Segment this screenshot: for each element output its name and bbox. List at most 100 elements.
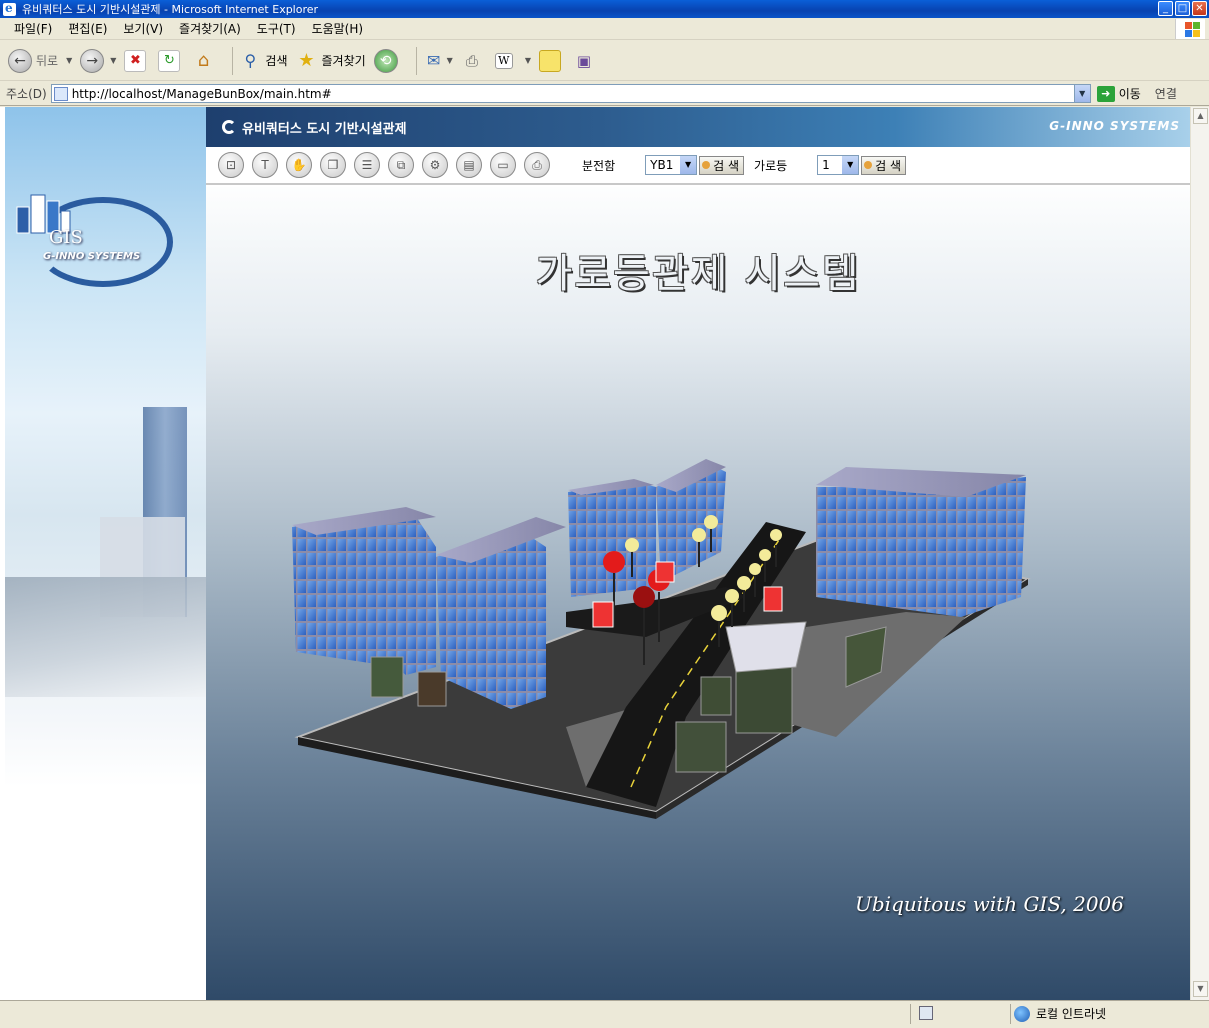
back-dropdown-icon[interactable]: ▼ — [66, 56, 72, 65]
back-label: 뒤로 — [36, 54, 59, 68]
close-button[interactable]: ✕ — [1192, 1, 1207, 16]
home-icon: ⌂ — [197, 50, 210, 71]
status-bar: 로컬 인트라넷 — [0, 1000, 1209, 1028]
app-title: 유비쿼터스 도시 기반시설관제 — [242, 121, 407, 137]
forward-dropdown-icon[interactable]: ▼ — [110, 56, 116, 65]
menu-tools[interactable]: 도구(T) — [249, 20, 304, 37]
refresh-button[interactable]: ↻ — [158, 49, 184, 72]
intranet-globe-icon — [1014, 1005, 1030, 1022]
streetlight-value: 1 — [822, 158, 830, 172]
app-toolbar: ⊡ T ✋ ❐ ☰ ⧉ ⚙ ▤ ▭ ⎙ 분전함 YB1 ▼ 검 색 가로등 1 … — [206, 147, 1190, 185]
search-button-label: 검 색 — [875, 158, 902, 173]
streetlight-select[interactable]: 1 ▼ — [817, 155, 860, 175]
distribution-box-value: YB1 — [650, 158, 674, 172]
copy-tool-icon[interactable]: ❐ — [320, 152, 346, 178]
favorites-label: 즐겨찾기 — [321, 54, 366, 68]
search-dot-icon — [702, 161, 711, 169]
home-button[interactable]: ⌂ — [192, 50, 218, 72]
go-button[interactable]: ➜ 이동 — [1096, 85, 1141, 102]
ie-icon — [3, 1, 16, 16]
address-url: http://localhost/ManageBunBox/main.htm# — [71, 86, 332, 101]
settings-tool-icon[interactable]: ⚙ — [422, 152, 448, 178]
window-title: 유비쿼터스 도시 기반시설관제 - Microsoft Internet Exp… — [22, 3, 319, 16]
menu-bar: 파일(F) 편집(E) 보기(V) 즐겨찾기(A) 도구(T) 도움말(H) — [0, 18, 1209, 40]
window-titlebar[interactable]: 유비쿼터스 도시 기반시설관제 - Microsoft Internet Exp… — [0, 0, 1209, 18]
print-tool-icon[interactable]: ⎙ — [524, 152, 550, 178]
search-button[interactable]: ⚲ 검색 — [239, 50, 288, 72]
browser-toolbar: ← 뒤로 ▼ → ▼ ✖ ↻ ⌂ ⚲ 검색 ★ 즐겨찾기 ⟲ ✉ ▼ ⎙ W ▼… — [0, 41, 1209, 81]
distribution-box-search-button[interactable]: 검 색 — [699, 155, 745, 175]
g-logo-icon — [222, 120, 236, 134]
print-button[interactable]: ⎙ — [461, 50, 487, 72]
edit-dropdown-icon[interactable]: ▼ — [525, 56, 531, 65]
banner-brand: G-INNO SYSTEMS — [43, 251, 141, 262]
menu-help[interactable]: 도움말(H) — [304, 20, 372, 37]
zone-label: 로컬 인트라넷 — [1036, 1007, 1107, 1021]
printer-icon: ⎙ — [465, 51, 478, 70]
menu-file[interactable]: 파일(F) — [6, 20, 60, 37]
history-icon: ⟲ — [373, 48, 398, 73]
gis-logo: GIS G-INNO SYSTEMS — [13, 187, 173, 292]
distribution-box-select[interactable]: YB1 ▼ — [645, 155, 698, 175]
research-icon: ▣ — [576, 51, 592, 70]
streetlight-label: 가로등 — [754, 158, 788, 173]
page-status-icon — [919, 1006, 933, 1020]
streetlight-search-button[interactable]: 검 색 — [861, 155, 907, 175]
report-tool-icon[interactable]: ▤ — [456, 152, 482, 178]
window-controls: _ □ ✕ — [1158, 1, 1207, 16]
viewport-caption: Ubiquitous with GIS, 2006 — [855, 892, 1124, 916]
page-icon — [53, 86, 68, 101]
gis-text: GIS — [49, 227, 83, 248]
zoom-extent-tool-icon[interactable]: ⊡ — [218, 152, 244, 178]
scroll-down-icon[interactable]: ▼ — [1193, 981, 1208, 997]
list-tool-icon[interactable]: ☰ — [354, 152, 380, 178]
scroll-up-icon[interactable]: ▲ — [1193, 108, 1208, 124]
page-content: GIS G-INNO SYSTEMS 유비쿼터스 도시 기반시설관제 G-INN… — [0, 107, 1209, 1000]
left-banner: GIS G-INNO SYSTEMS — [5, 107, 206, 1000]
search-button-label: 검 색 — [713, 158, 740, 173]
vertical-scrollbar[interactable]: ▲ ▼ — [1190, 107, 1209, 1000]
history-button[interactable]: ⟲ — [373, 48, 402, 73]
city-3d-scene[interactable] — [206, 187, 1190, 1000]
refresh-icon: ↻ — [158, 49, 181, 72]
toolbar-separator — [232, 46, 234, 75]
stop-button[interactable]: ✖ — [124, 49, 150, 72]
status-divider — [910, 1004, 1010, 1024]
address-dropdown-icon[interactable]: ▼ — [1073, 85, 1090, 102]
research-button[interactable]: ▣ — [573, 50, 599, 72]
monitor-tool-icon[interactable]: ▭ — [490, 152, 516, 178]
chevron-down-icon: ▼ — [680, 156, 697, 174]
favorites-button[interactable]: ★ 즐겨찾기 — [296, 50, 366, 72]
building — [816, 467, 1026, 617]
star-icon: ★ — [298, 50, 315, 71]
forward-arrow-icon: → — [80, 48, 105, 73]
links-button[interactable]: 연결 — [1155, 85, 1177, 102]
discuss-button[interactable] — [538, 49, 565, 72]
maximize-button[interactable]: □ — [1175, 1, 1190, 16]
search-dot-icon — [864, 161, 873, 169]
menu-favorites[interactable]: 즐겨찾기(A) — [171, 20, 249, 37]
back-button[interactable]: ← 뒤로 ▼ — [8, 48, 72, 73]
mail-icon: ✉ — [426, 51, 441, 70]
note-icon — [538, 49, 561, 72]
address-input[interactable]: http://localhost/ManageBunBox/main.htm# … — [50, 84, 1091, 103]
menu-view[interactable]: 보기(V) — [115, 20, 171, 37]
menu-edit[interactable]: 편집(E) — [60, 20, 115, 37]
search-label: 검색 — [265, 54, 288, 68]
app-header: 유비쿼터스 도시 기반시설관제 G-INNO SYSTEMS — [206, 107, 1190, 147]
address-label: 주소(D) — [6, 87, 47, 101]
mail-dropdown-icon[interactable]: ▼ — [447, 56, 453, 65]
layers-tool-icon[interactable]: ⧉ — [388, 152, 414, 178]
toolbar-separator — [415, 46, 417, 75]
minimize-button[interactable]: _ — [1158, 1, 1173, 16]
windows-logo-icon — [1175, 19, 1205, 39]
chevron-down-icon: ▼ — [842, 156, 859, 174]
go-label: 이동 — [1118, 87, 1141, 101]
back-arrow-icon: ← — [8, 48, 32, 73]
text-tool-icon[interactable]: T — [252, 152, 278, 178]
edit-button[interactable]: W ▼ — [494, 52, 531, 69]
mail-button[interactable]: ✉ ▼ — [423, 50, 453, 72]
pan-tool-icon[interactable]: ✋ — [286, 152, 312, 178]
forward-button[interactable]: → ▼ — [80, 48, 116, 73]
map-viewport[interactable]: 가로등관제 시스템 Ubiquitous with GIS, 2006 — [206, 187, 1190, 1000]
